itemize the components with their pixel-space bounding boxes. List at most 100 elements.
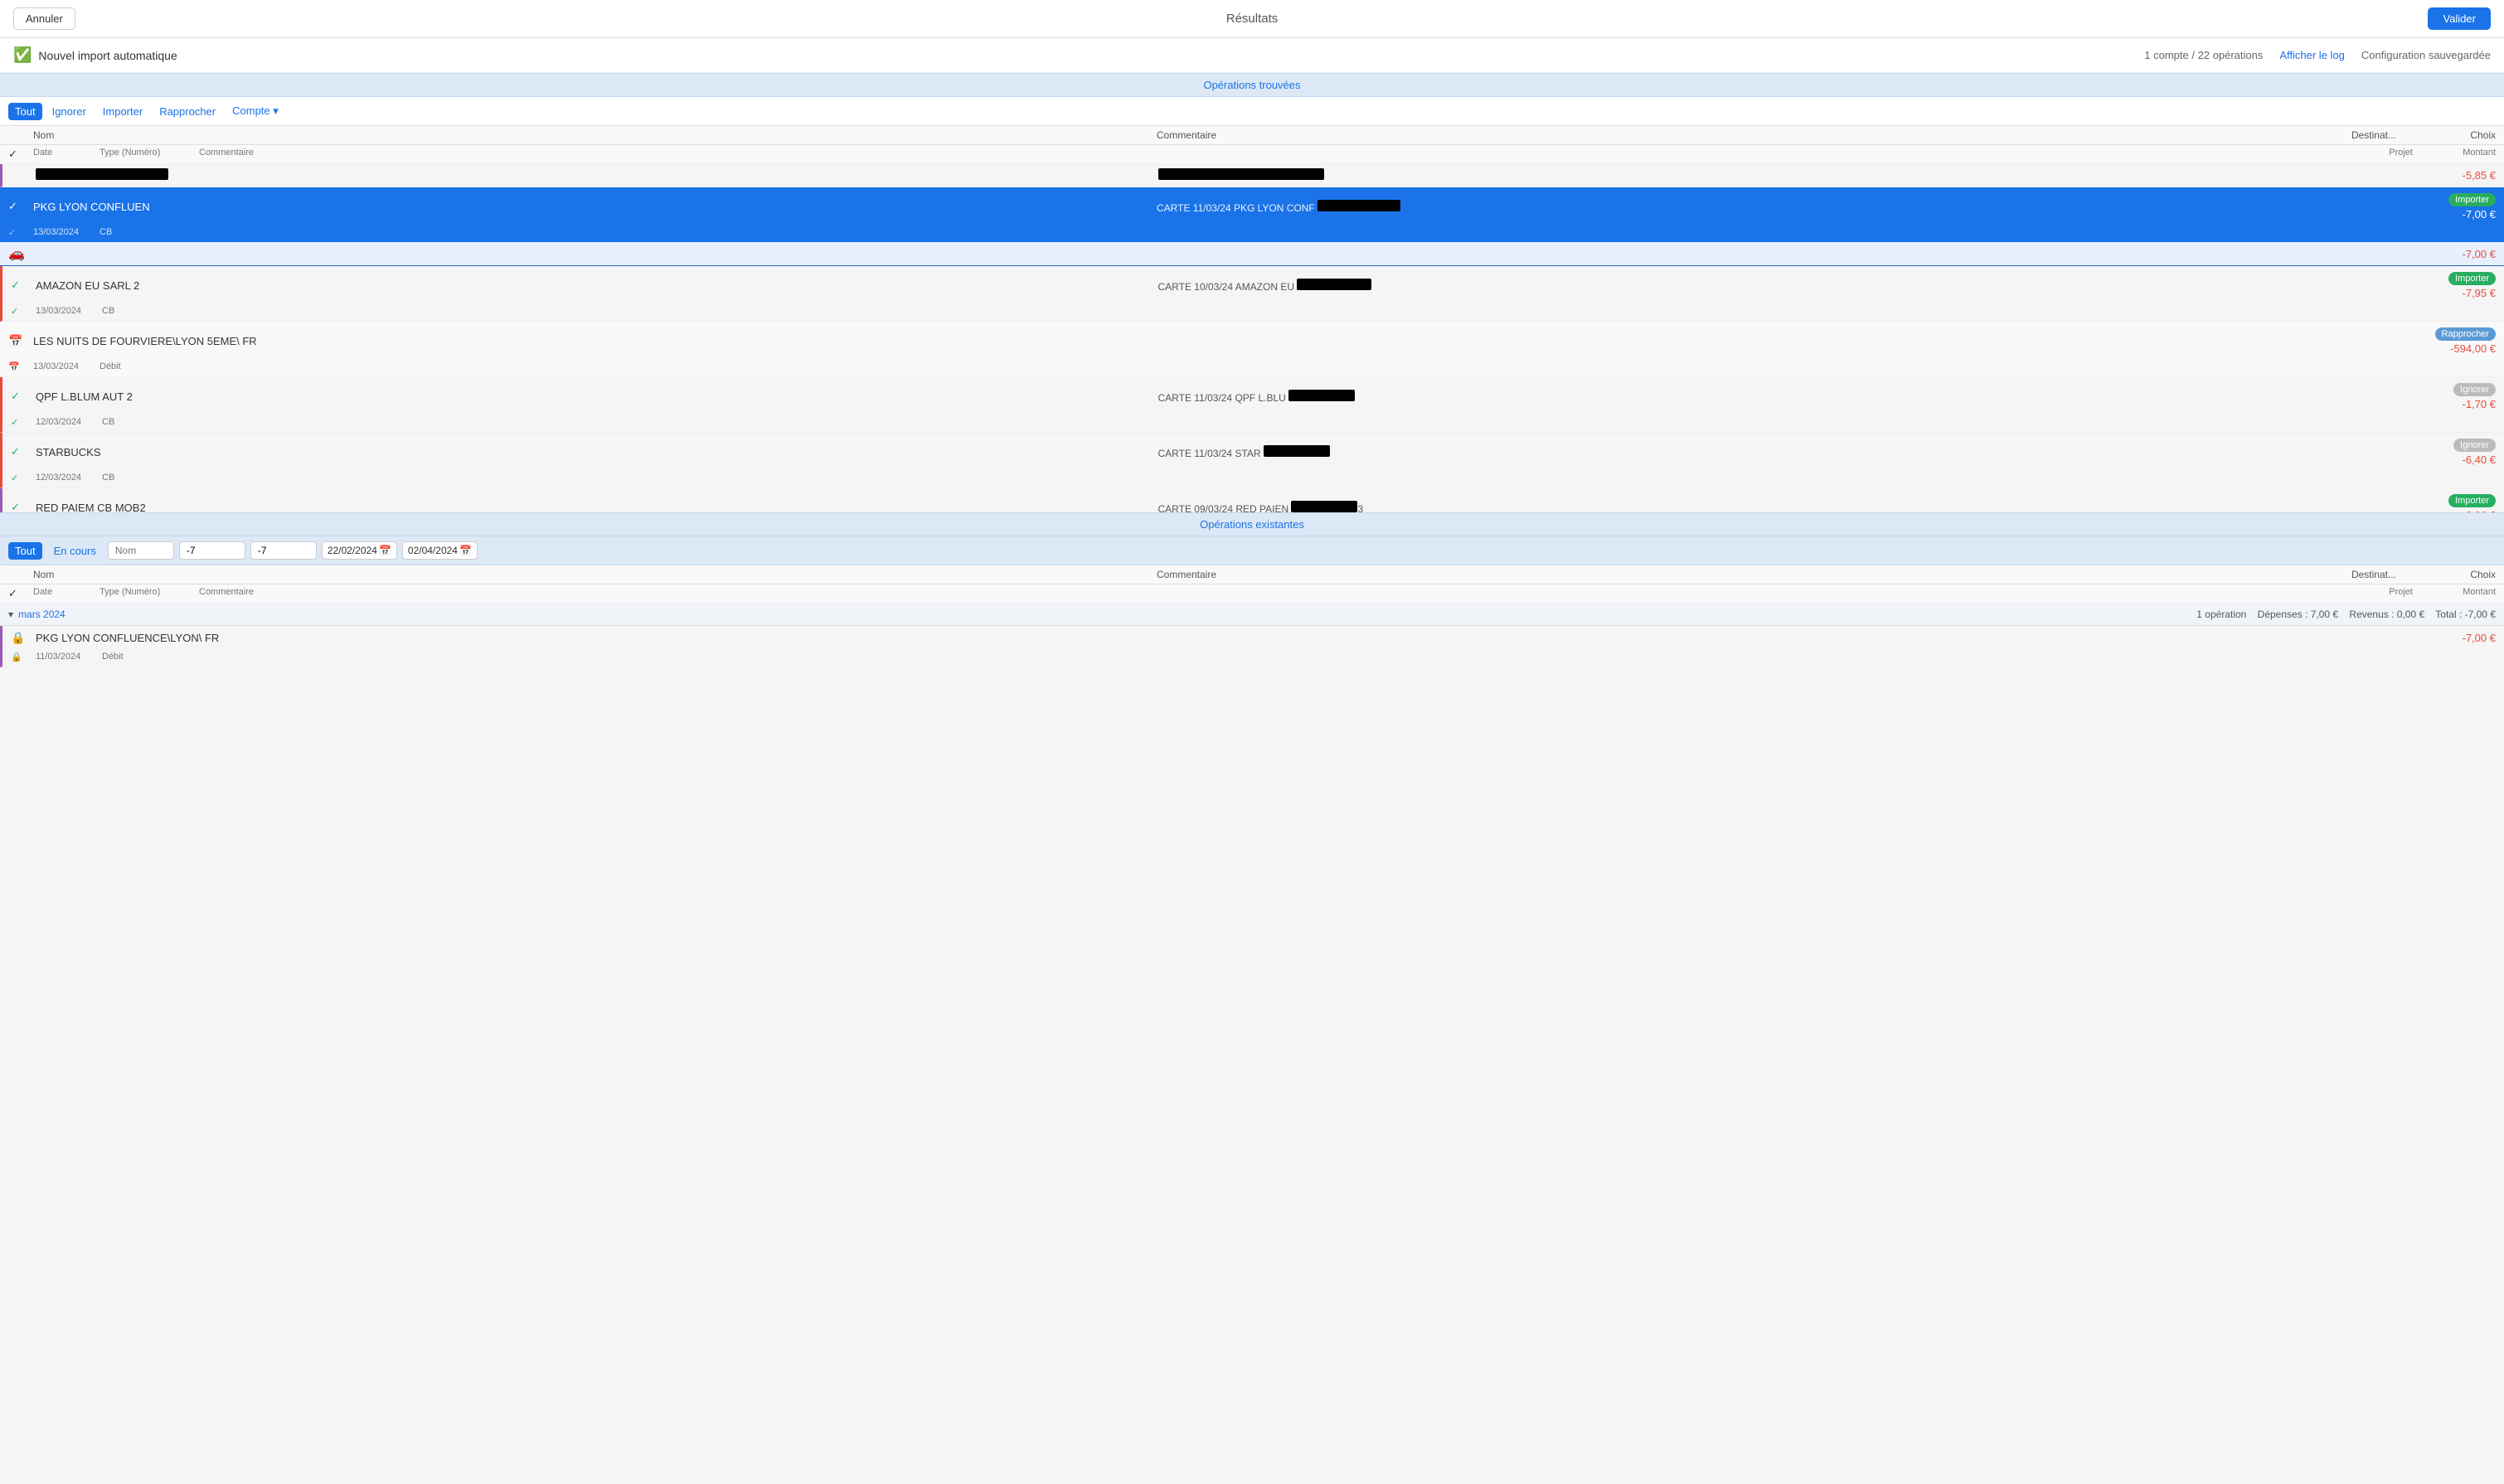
- sub-comment: [201, 652, 2330, 662]
- sub-col-type: Type (Numéro): [99, 148, 199, 161]
- badge-ignorer: Ignorer: [2453, 383, 2496, 396]
- month-depenses: Dépenses : 7,00 €: [2258, 609, 2338, 620]
- sub-comment: [199, 227, 2330, 238]
- operations-trouvees-section: Opérations trouvées Tout Ignorer Importe…: [0, 73, 2504, 512]
- exist-col-nom: Nom: [33, 569, 1157, 580]
- sub-projet: [2330, 473, 2413, 483]
- calendar-icon-2[interactable]: 📅: [459, 545, 472, 556]
- filter-val1-input[interactable]: [179, 541, 245, 560]
- row-name: AMAZON EU SARL 2: [36, 279, 1158, 292]
- filter-ignorer[interactable]: Ignorer: [46, 103, 93, 120]
- row-icon: ✓: [11, 445, 36, 458]
- table-header-row: Nom Commentaire Destinat... Choix: [0, 126, 2504, 145]
- table-row: 🔒 PKG LYON CONFLUENCE\LYON\ FR -7,00 € 🔒…: [0, 626, 2504, 667]
- badge-importer: Importer: [2448, 494, 2496, 507]
- sub-date: 12/03/2024: [36, 417, 102, 428]
- import-count: 1 compte / 22 opérations: [2144, 49, 2263, 61]
- sub-type: CB: [102, 417, 201, 428]
- calendar-icon-1[interactable]: 📅: [379, 545, 391, 556]
- date1-value: 22/02/2024: [328, 545, 377, 556]
- operations-existantes-header: Opérations existantes: [0, 512, 2504, 536]
- month-revenus: Revenus : 0,00 €: [2349, 609, 2424, 620]
- filter-val2-input[interactable]: [250, 541, 317, 560]
- car-row: 🚗 -7,00 €: [0, 242, 2504, 265]
- import-info: ✅ Nouvel import automatique: [13, 46, 177, 64]
- sub-date: 13/03/2024: [36, 306, 102, 317]
- trouvees-list: -5,85 € ✓ PKG LYON CONFLUEN CARTE 11/03/…: [0, 164, 2504, 512]
- import-stats: 1 compte / 22 opérations Afficher le log…: [2144, 49, 2491, 61]
- sub-montant: [2413, 652, 2496, 662]
- config-saved: Configuration sauvegardée: [2361, 49, 2491, 61]
- sub-col-comment: Commentaire: [199, 148, 2330, 161]
- afficher-log-link[interactable]: Afficher le log: [2279, 49, 2345, 61]
- row-icon: ✓: [11, 390, 36, 403]
- import-bar: ✅ Nouvel import automatique 1 compte / 2…: [0, 38, 2504, 73]
- sub-col-check: ✓: [8, 148, 33, 161]
- sub-comment: [199, 361, 2330, 372]
- row-amount: -7,95 €: [2396, 287, 2496, 299]
- month-stats: 1 opération Dépenses : 7,00 € Revenus : …: [2196, 609, 2496, 620]
- badge-importer: Importer: [2448, 272, 2496, 285]
- sub-montant: [2413, 361, 2496, 372]
- exist-filter-en-cours[interactable]: En cours: [47, 542, 103, 560]
- table-subrow: ✓ 12/03/2024 CB: [2, 415, 2504, 432]
- filter-rapprocher[interactable]: Rapprocher: [153, 103, 222, 120]
- table-subrow: ✓ 12/03/2024 CB: [2, 471, 2504, 487]
- exist-table-header-row: Nom Commentaire Destinat... Choix: [0, 565, 2504, 584]
- collapse-icon[interactable]: ▾: [8, 609, 13, 620]
- date1-input-wrap: 22/02/2024 📅: [322, 541, 397, 560]
- car-icon: 🚗: [8, 245, 25, 262]
- row-icon: ✓: [11, 279, 36, 292]
- filter-nom-input[interactable]: [108, 541, 174, 560]
- sub-type: CB: [99, 227, 199, 238]
- row-amount: -6,99 €: [2396, 509, 2496, 512]
- date2-value: 02/04/2024: [408, 545, 458, 556]
- month-label[interactable]: mars 2024: [18, 609, 66, 620]
- row-icon: 📅: [8, 334, 33, 348]
- col-choix: Choix: [2396, 129, 2496, 141]
- sub-comment: [201, 306, 2330, 317]
- exist-sub-type: Type (Numéro): [99, 587, 199, 600]
- sub-check: ✓: [11, 473, 36, 483]
- exist-filter-tout[interactable]: Tout: [8, 542, 42, 560]
- car-amount: -7,00 €: [2463, 248, 2496, 260]
- exist-sub-date: Date: [33, 587, 99, 600]
- sub-col-montant: Montant: [2413, 148, 2496, 161]
- import-title: Nouvel import automatique: [38, 49, 177, 62]
- filter-tout[interactable]: Tout: [8, 103, 42, 120]
- page-title: Résultats: [1226, 12, 1279, 26]
- sub-icon: 🔒: [11, 652, 36, 662]
- sub-montant: [2413, 473, 2496, 483]
- filter-compte[interactable]: Compte ▾: [226, 102, 285, 120]
- row-comment: CARTE 09/03/24 RED PAIEN 3: [1158, 501, 2281, 513]
- row-amount: -5,85 €: [2396, 169, 2496, 182]
- sub-date: 13/03/2024: [33, 361, 99, 372]
- exist-col-check: [8, 569, 33, 580]
- existantes-filter-bar: Tout En cours 22/02/2024 📅 02/04/2024 📅: [0, 536, 2504, 565]
- row-amount: -1,70 €: [2396, 398, 2496, 410]
- sub-date: 13/03/2024: [33, 227, 99, 238]
- sub-type: CB: [102, 473, 201, 483]
- section-title-label: Opérations trouvées: [1203, 79, 1300, 91]
- month-total: Total : -7,00 €: [2435, 609, 2496, 620]
- row-name: PKG LYON CONFLUENCE\LYON\ FR: [36, 632, 1158, 644]
- annuler-button[interactable]: Annuler: [13, 7, 75, 30]
- exist-col-commentaire: Commentaire: [1157, 569, 2280, 580]
- row-comment: [1158, 168, 2281, 182]
- sub-col-projet: Projet: [2330, 148, 2413, 161]
- filter-importer[interactable]: Importer: [96, 103, 149, 120]
- top-header: Annuler Résultats Valider: [0, 0, 2504, 38]
- operations-trouvees-header: Opérations trouvées: [0, 73, 2504, 97]
- row-amount: -7,00 €: [2396, 208, 2496, 221]
- sub-type: CB: [102, 306, 201, 317]
- sub-type: Débit: [102, 652, 201, 662]
- table-subrow: ✓ 13/03/2024 CB: [0, 226, 2504, 242]
- table-row: ✓ STARBUCKS CARTE 11/03/24 STAR Ignorer …: [0, 433, 2504, 488]
- exist-col-choix: Choix: [2396, 569, 2496, 580]
- col-destinat: Destinat...: [2280, 129, 2396, 141]
- badge-ignorer: Ignorer: [2453, 439, 2496, 452]
- table-row: ✓ RED PAIEM CB MOB2 CARTE 09/03/24 RED P…: [0, 488, 2504, 512]
- exist-sub-comment: Commentaire: [199, 587, 2330, 600]
- valider-button[interactable]: Valider: [2428, 7, 2491, 30]
- exist-sub-montant: Montant: [2413, 587, 2496, 600]
